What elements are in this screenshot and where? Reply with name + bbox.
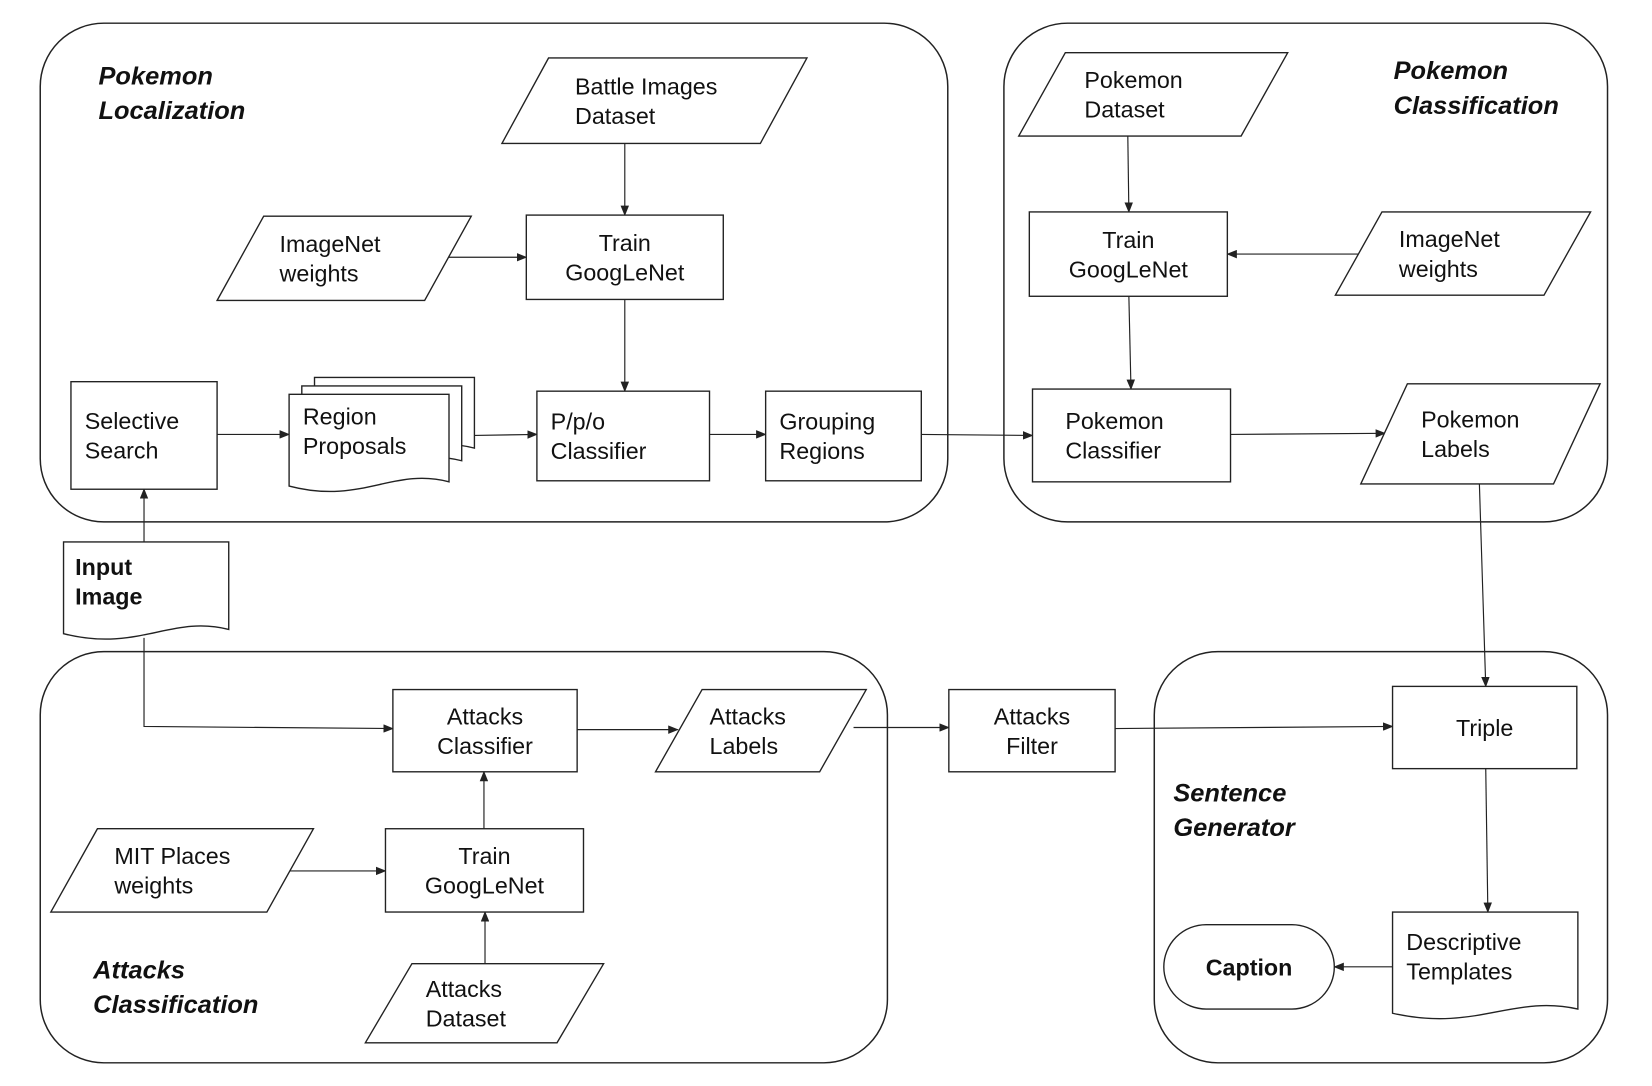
- node-label: Pokemon: [1084, 67, 1182, 93]
- node-label: GoogLeNet: [565, 260, 685, 286]
- node-region-proposals: Region Proposals: [288, 376, 476, 493]
- node-triple: Triple: [1391, 685, 1578, 770]
- group-title: Generator: [1173, 814, 1297, 842]
- node-selective-search: Selective Search: [70, 380, 218, 490]
- pipeline-diagram: Pokemon Localization Pokemon Classification…: [39, 22, 1609, 1064]
- node-input-image: Input Image: [62, 541, 230, 640]
- group-title: Classification: [93, 991, 258, 1019]
- flow-arrow: [1126, 296, 1136, 391]
- data-parallelogram: [1334, 211, 1592, 296]
- process-box: [1028, 211, 1229, 297]
- node-label: Image: [75, 584, 142, 610]
- group-title: Sentence: [1173, 779, 1286, 807]
- node-label: Attacks: [426, 976, 502, 1002]
- flow-arrow: [1115, 722, 1394, 731]
- node-label: ImageNet: [1399, 226, 1500, 252]
- node-attacks-filter: Attacks Filter: [948, 688, 1116, 773]
- flow-arrow: [921, 431, 1034, 440]
- node-label: Input: [75, 554, 132, 580]
- node-attacks-classifier: Attacks Classifier: [392, 688, 578, 773]
- node-label: Labels: [1421, 436, 1490, 462]
- node-label: Descriptive: [1406, 929, 1521, 955]
- data-parallelogram: [215, 215, 473, 302]
- flow-arrow: [1124, 136, 1133, 213]
- node-label: Dataset: [426, 1005, 507, 1031]
- node-label: P/p/o: [551, 409, 605, 435]
- node-imagenet-weights-loc: ImageNet weights: [215, 215, 473, 302]
- node-label: Caption: [1206, 954, 1293, 980]
- flow-arrow: [1478, 483, 1490, 688]
- node-train-googlenet-loc: Train GoogLeNet: [525, 214, 724, 301]
- node-pokemon-dataset: Pokemon Dataset: [1017, 52, 1289, 137]
- process-box: [1031, 388, 1232, 483]
- node-label: Triple: [1456, 715, 1513, 741]
- node-grouping-regions: Grouping Regions: [764, 390, 922, 482]
- node-label: Battle Images: [575, 73, 717, 99]
- node-label: Filter: [1006, 733, 1058, 759]
- node-label: weights: [1398, 256, 1478, 282]
- process-box: [536, 390, 711, 482]
- node-descriptive-templates: Descriptive Templates: [1391, 911, 1579, 1020]
- node-ppo-classifier: P/p/o Classifier: [536, 390, 711, 482]
- data-parallelogram: [500, 57, 809, 145]
- node-train-googlenet-att: Train GoogLeNet: [384, 828, 585, 913]
- node-label: Region: [303, 403, 377, 429]
- flow-arrow: [1483, 768, 1492, 914]
- node-label: Train: [458, 843, 510, 869]
- node-attacks-labels: Attacks Labels: [654, 688, 868, 773]
- process-box: [525, 214, 724, 301]
- node-label: Classifier: [437, 733, 533, 759]
- node-train-googlenet-cls: Train GoogLeNet: [1028, 211, 1229, 297]
- group-title: Attacks: [92, 957, 185, 985]
- node-label: Dataset: [1084, 97, 1165, 123]
- process-box: [764, 390, 922, 482]
- node-mit-places-weights: MIT Places weights: [49, 828, 315, 913]
- node-label: Pokemon: [1421, 407, 1519, 433]
- node-label: MIT Places: [114, 843, 230, 869]
- data-parallelogram: [654, 688, 868, 773]
- node-label: Search: [85, 438, 159, 464]
- node-label: Pokemon: [1065, 408, 1163, 434]
- node-label: weights: [113, 873, 193, 899]
- node-label: Attacks: [994, 703, 1070, 729]
- group-title: Classification: [1394, 92, 1559, 120]
- node-label: Regions: [779, 438, 864, 464]
- node-label: ImageNet: [280, 231, 381, 257]
- node-caption: Caption: [1163, 923, 1335, 1010]
- node-label: GoogLeNet: [1069, 256, 1189, 282]
- node-battle-images-dataset: Battle Images Dataset: [500, 57, 809, 145]
- data-parallelogram: [1359, 383, 1602, 485]
- node-label: Classifier: [551, 438, 647, 464]
- group-title: Pokemon: [98, 62, 212, 90]
- process-box: [948, 688, 1116, 773]
- node-label: Templates: [1406, 959, 1512, 985]
- process-box: [392, 688, 578, 773]
- node-label: Attacks: [447, 703, 523, 729]
- group-title: Pokemon: [1394, 57, 1508, 85]
- node-label: Train: [1102, 227, 1154, 253]
- node-attacks-dataset: Attacks Dataset: [364, 963, 605, 1044]
- node-label: Classifier: [1065, 438, 1161, 464]
- node-imagenet-weights-cls: ImageNet weights: [1334, 211, 1592, 296]
- process-box: [384, 828, 585, 913]
- node-label: Attacks: [710, 703, 786, 729]
- node-pokemon-classifier: Pokemon Classifier: [1031, 388, 1232, 483]
- data-parallelogram: [1017, 52, 1289, 137]
- flow-arrow: [474, 430, 538, 439]
- node-label: Proposals: [303, 433, 407, 459]
- node-label: Train: [599, 230, 651, 256]
- data-parallelogram: [49, 828, 315, 913]
- node-pokemon-labels: Pokemon Labels: [1359, 383, 1602, 485]
- node-label: Dataset: [575, 103, 656, 129]
- node-label: GoogLeNet: [425, 873, 545, 899]
- node-label: weights: [279, 261, 359, 287]
- node-label: Selective: [85, 408, 179, 434]
- process-box: [70, 380, 218, 490]
- node-label: Labels: [710, 733, 779, 759]
- node-label: Grouping: [779, 409, 875, 435]
- group-title: Localization: [98, 97, 245, 125]
- flow-arrow: [1230, 429, 1387, 438]
